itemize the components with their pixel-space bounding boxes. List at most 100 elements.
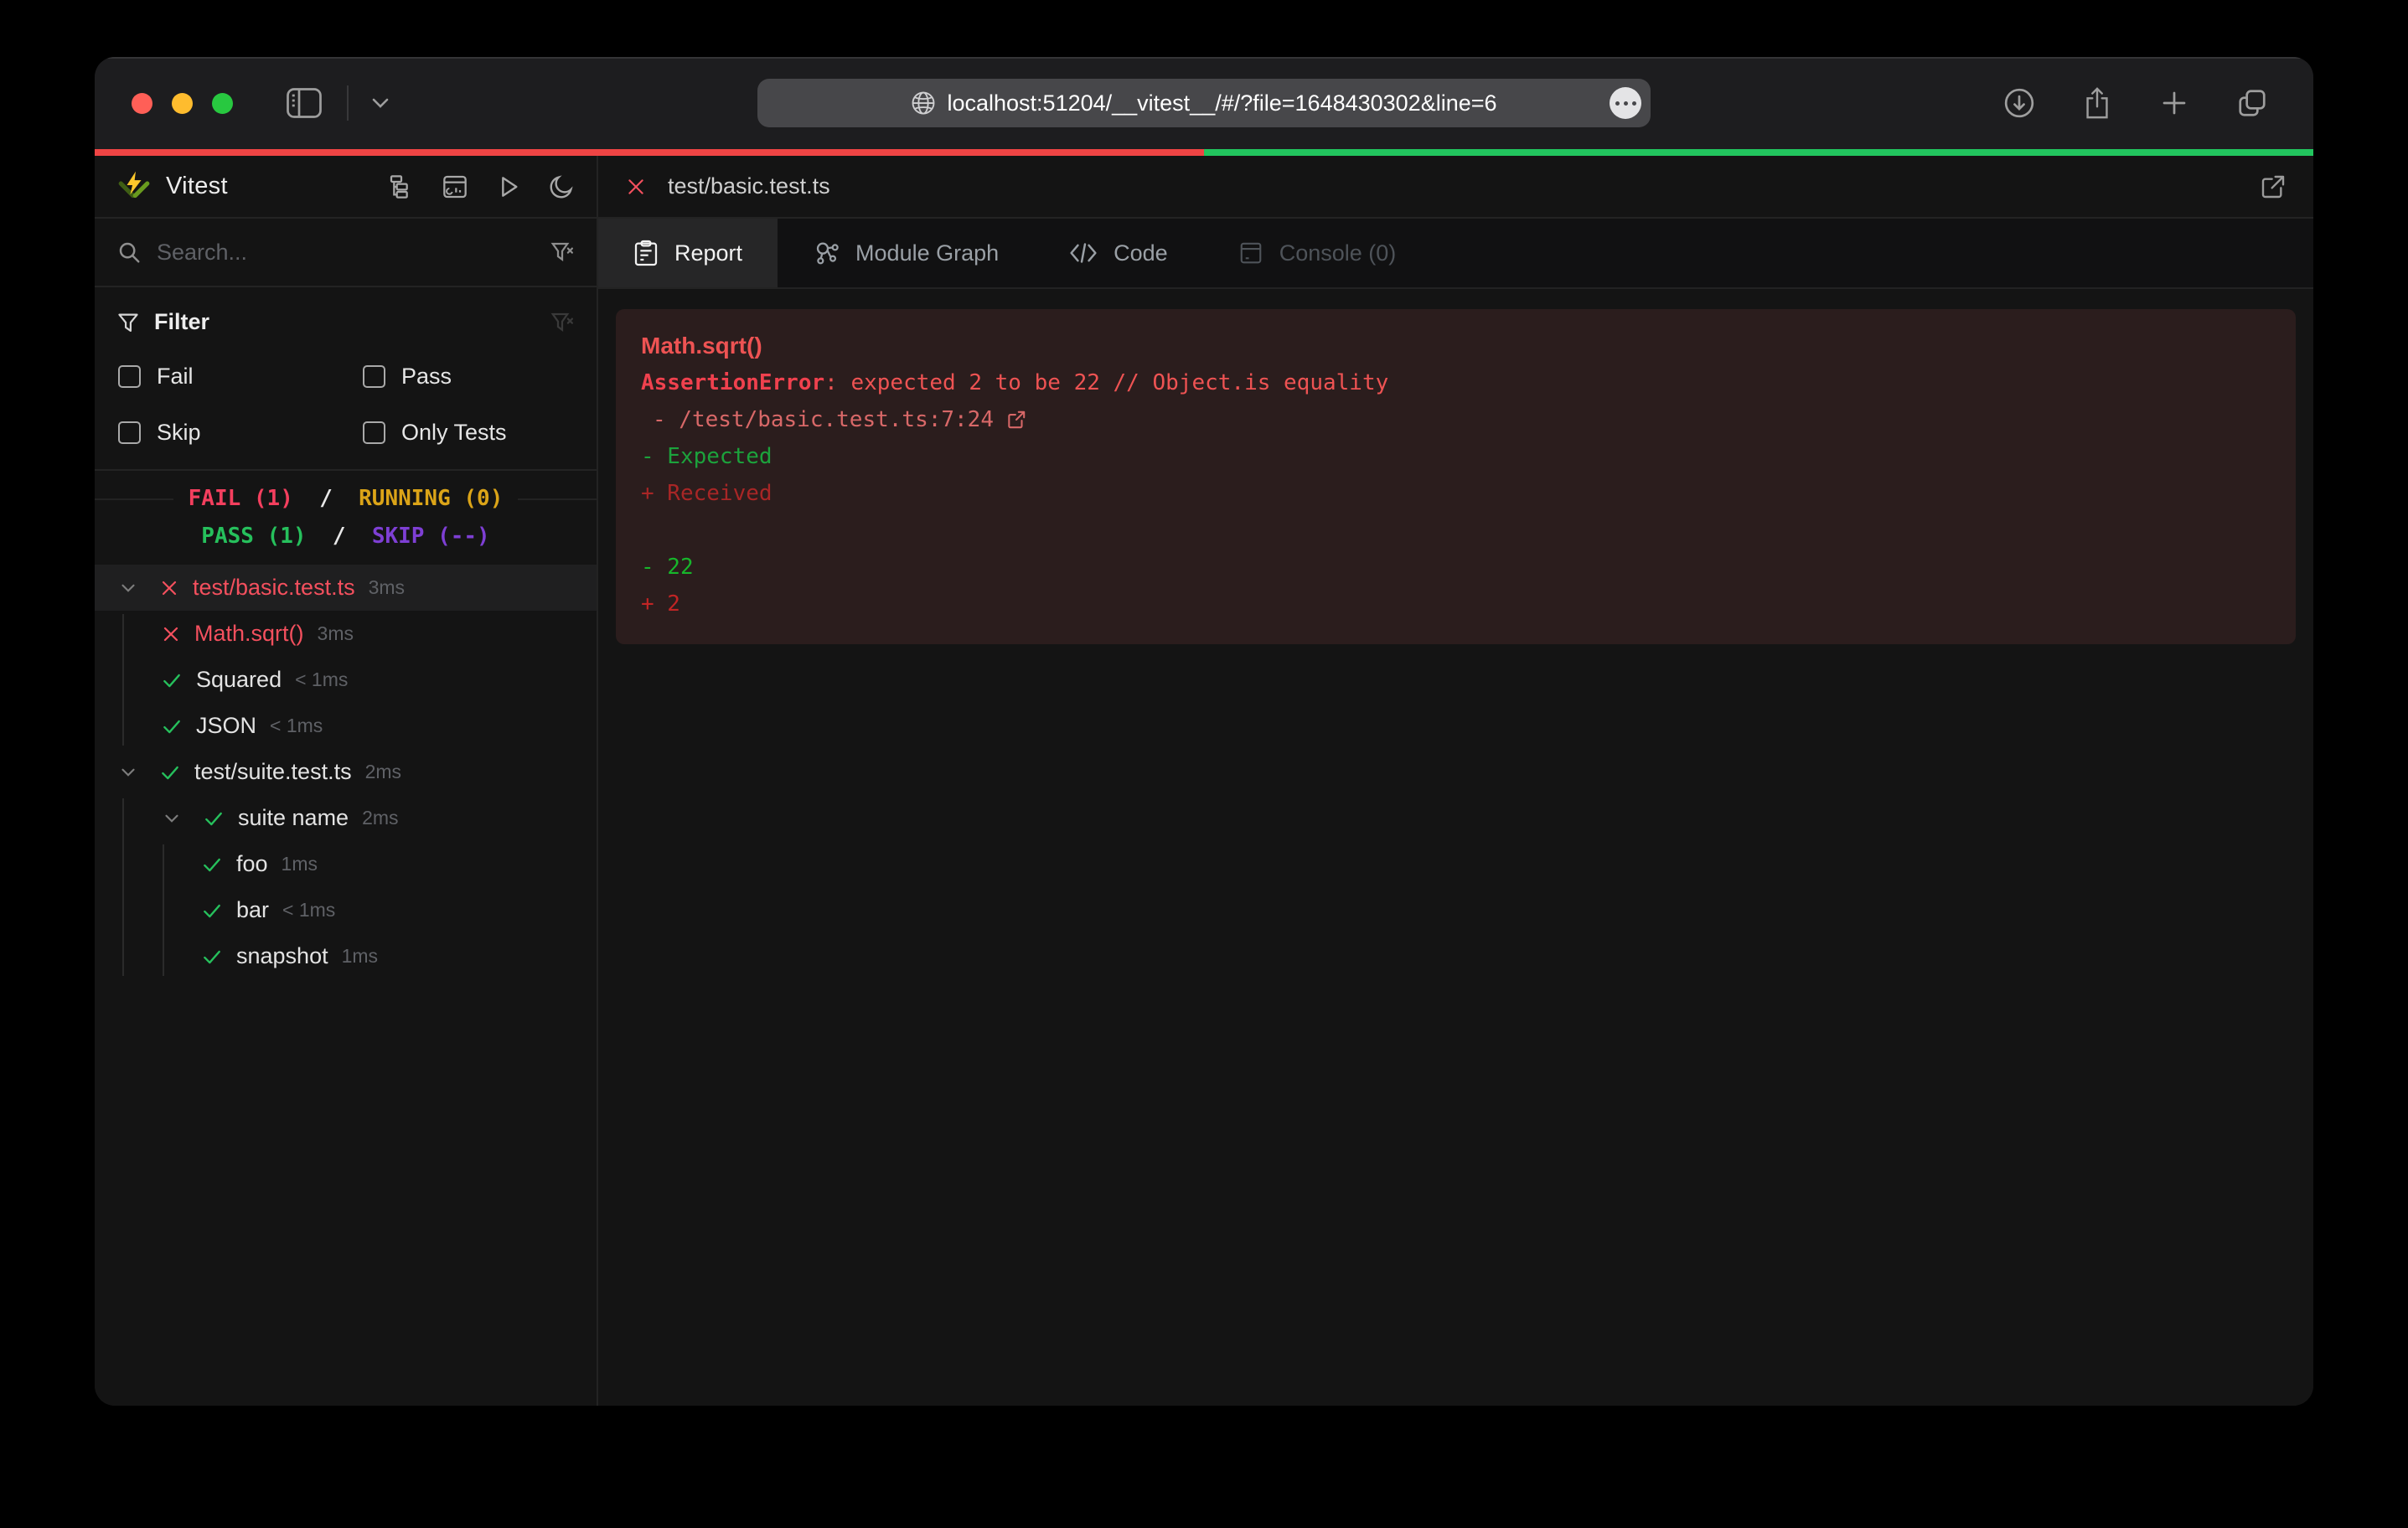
zoom-window-button[interactable] [212,93,233,114]
report-tab-icon [633,240,659,266]
diff-expected-label: - Expected [641,438,2271,475]
summary-skip-count: SKIP (--) [372,524,490,549]
pass-icon [201,854,223,875]
tab-code[interactable]: Code [1034,219,1203,287]
clear-filter-icon[interactable] [550,310,575,335]
toolbar-divider [347,85,349,121]
filter-option-only-tests[interactable]: Only Tests [363,420,575,446]
diff-received-value: + 2 [641,586,2271,622]
indent-guide [122,798,124,976]
globe-icon [911,90,936,116]
filter-option-pass[interactable]: Pass [363,364,575,390]
tree-view-icon[interactable] [388,173,415,200]
sidebar-toggle-icon[interactable] [287,88,322,118]
error-message: : expected 2 to be 22 // Object.is equal… [824,370,1388,395]
fail-icon [161,624,181,644]
module-graph-tab-icon [813,240,840,266]
progress-fail-segment [95,149,1204,156]
vitest-app: Vitest [95,156,2313,1406]
view-tabs: Report Module Graph Code [598,219,2313,289]
fail-checkbox[interactable] [118,365,141,388]
dashboard-icon[interactable] [441,173,469,200]
filter-option-fail[interactable]: Fail [118,364,363,390]
pass-icon [161,669,183,691]
tree-item-basic-test-file[interactable]: test/basic.test.ts 3ms [95,565,597,611]
download-icon[interactable] [2003,87,2035,119]
tree-item-foo[interactable]: foo 1ms [95,841,597,887]
chevron-down-icon[interactable] [161,808,183,829]
tree-item-suite-test-file[interactable]: test/suite.test.ts 2ms [95,749,597,795]
dark-mode-icon[interactable] [548,173,575,200]
close-window-button[interactable] [132,93,152,114]
chevron-down-icon[interactable] [370,96,390,110]
vitest-logo [116,169,152,204]
pass-icon [201,946,223,968]
filter-section: Filter Fail Pass [95,287,597,469]
pass-icon [159,761,181,783]
traffic-lights [132,93,233,114]
clear-search-filter-icon[interactable] [550,240,575,265]
tab-module-graph[interactable]: Module Graph [778,219,1034,287]
open-in-editor-icon[interactable] [2260,173,2287,200]
toolbar-actions [2003,86,2268,120]
browser-window: localhost:51204/__vitest__/#/?file=16484… [95,57,2313,1406]
run-all-icon[interactable] [495,173,522,200]
search-bar [95,219,597,287]
minimize-window-button[interactable] [172,93,193,114]
file-header: test/basic.test.ts [598,156,2313,219]
filter-option-skip[interactable]: Skip [118,420,363,446]
search-icon [116,240,142,265]
error-name: AssertionError [641,370,824,395]
open-file-name: test/basic.test.ts [668,173,830,199]
progress-pass-segment [1204,149,2313,156]
error-report: Math.sqrt() AssertionError: expected 2 t… [616,309,2296,644]
page-menu-icon[interactable] [1610,87,1641,119]
app-title: Vitest [166,173,228,200]
indent-guide [163,844,164,976]
summary-fail-count: FAIL (1) [189,486,293,511]
indent-guide [122,614,124,746]
test-progress-bar [95,149,2313,156]
tree-item-suite-name[interactable]: suite name 2ms [95,795,597,841]
filter-title: Filter [154,309,209,335]
pass-icon [203,808,225,829]
pass-icon [201,900,223,921]
external-link-icon[interactable] [1005,409,1027,431]
tree-item-squared[interactable]: Squared < 1ms [95,657,597,703]
url-text: localhost:51204/__vitest__/#/?file=16484… [947,90,1496,116]
chevron-down-icon[interactable] [117,761,139,783]
tree-item-json[interactable]: JSON < 1ms [95,703,597,749]
pass-icon [161,715,183,737]
new-tab-icon[interactable] [2159,88,2189,118]
tab-overview-icon[interactable] [2236,87,2268,119]
tree-item-snapshot[interactable]: snapshot 1ms [95,933,597,979]
tree-item-math-sqrt[interactable]: Math.sqrt() 3ms [95,611,597,657]
console-tab-icon [1238,240,1263,266]
skip-checkbox[interactable] [118,421,141,444]
test-tree: test/basic.test.ts 3ms Math.sqrt() 3ms S… [95,565,597,1406]
diff-expected-value: - 22 [641,549,2271,586]
main-panel: test/basic.test.ts Report [598,156,2313,1406]
tree-item-bar[interactable]: bar < 1ms [95,887,597,933]
only-tests-checkbox[interactable] [363,421,385,444]
code-tab-icon [1069,240,1098,266]
search-input[interactable] [157,240,550,266]
pass-checkbox[interactable] [363,365,385,388]
failed-test-name: Math.sqrt() [641,328,2271,364]
tab-report[interactable]: Report [598,219,778,287]
test-summary: FAIL (1) / RUNNING (0) PASS (1) / SKIP (… [95,469,597,565]
url-bar[interactable]: localhost:51204/__vitest__/#/?file=16484… [757,79,1651,127]
tab-console[interactable]: Console (0) [1203,219,1432,287]
diff-received-label: + Received [641,475,2271,512]
filter-icon [116,311,140,334]
fail-icon [159,578,179,598]
browser-toolbar: localhost:51204/__vitest__/#/?file=16484… [95,57,2313,149]
chevron-down-icon[interactable] [117,577,139,599]
summary-pass-count: PASS (1) [201,524,306,549]
report-view: Math.sqrt() AssertionError: expected 2 t… [598,289,2313,1406]
share-icon[interactable] [2082,86,2112,120]
stack-frame[interactable]: - /test/basic.test.ts:7:24 [641,401,2271,438]
sidebar-header: Vitest [95,156,597,219]
summary-running-count: RUNNING (0) [359,486,503,511]
close-file-icon[interactable] [625,176,647,198]
